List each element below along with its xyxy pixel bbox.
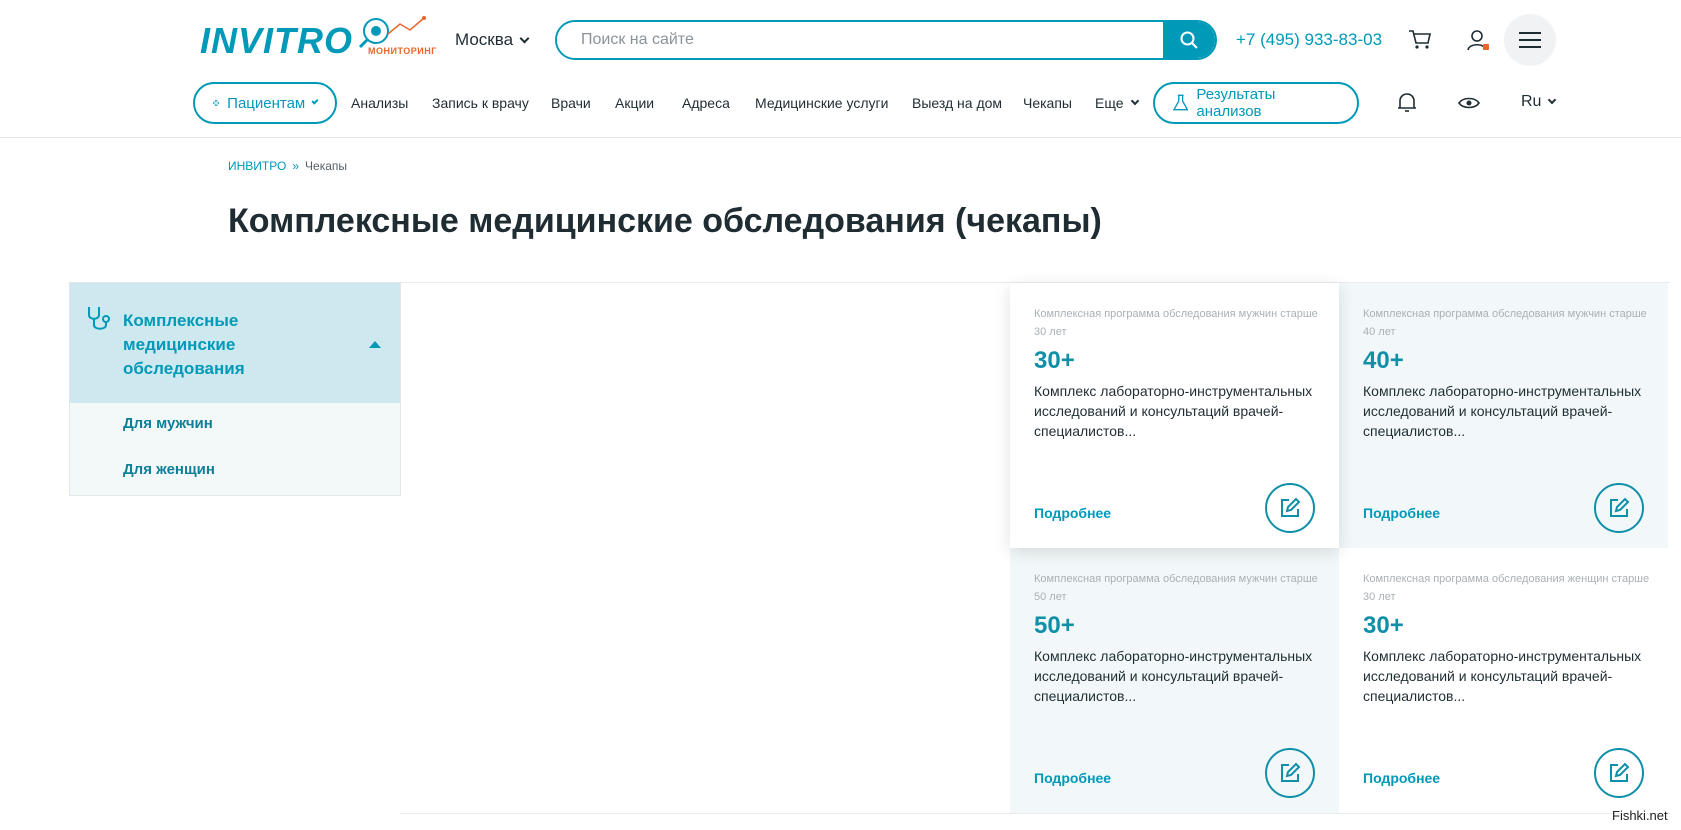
card-subtitle: Комплексная программа обследования мужчи… <box>1034 573 1318 603</box>
chevron-down-icon <box>1130 96 1139 106</box>
sidebar-item-women[interactable]: Для женщин <box>123 461 215 478</box>
user-icon <box>1467 30 1489 51</box>
city-label: Москва <box>455 30 514 49</box>
nav-item-addresses[interactable]: Адреса <box>682 95 730 111</box>
bell-icon <box>1398 93 1416 112</box>
card-subtitle: Комплексная программа обследования мужчи… <box>1363 308 1647 338</box>
card-age: 50+ <box>1034 612 1075 639</box>
card-subtitle: Комплексная программа обследования мужчи… <box>1034 308 1318 338</box>
breadcrumb: ИНВИТРО » Чекапы <box>228 159 347 173</box>
nav-item-doctors[interactable]: Врачи <box>551 95 591 111</box>
card-more-link[interactable]: Подробнее <box>1034 505 1111 521</box>
chevron-down-icon <box>311 97 319 105</box>
checkup-card[interactable]: Комплексная программа обследования женщи… <box>1339 548 1668 813</box>
test-results-button[interactable]: Результаты анализов <box>1153 82 1359 124</box>
invitro-logo[interactable]: INVITRO <box>200 20 353 62</box>
nav-item-appointment[interactable]: Запись к врачу <box>432 95 529 111</box>
card-description: Комплекс лабораторно-инструментальных ис… <box>1363 383 1642 439</box>
menu-button[interactable] <box>1504 14 1556 66</box>
sidebar-item-men[interactable]: Для мужчин <box>123 415 213 432</box>
nav-item-promotions[interactable]: Акции <box>615 95 654 111</box>
card-age: 30+ <box>1034 347 1075 374</box>
checkup-card[interactable]: Комплексная программа обследования мужчи… <box>1010 548 1339 813</box>
notifications-button[interactable] <box>1394 90 1420 116</box>
monitoring-logo[interactable]: МОНИТОРИНГ <box>354 14 436 60</box>
patients-menu-button[interactable]: Пациентам <box>193 82 337 124</box>
sidebar-category-header[interactable]: Комплексные медицинские обследования <box>70 283 400 403</box>
edit-icon <box>1610 762 1630 782</box>
stethoscope-icon <box>88 307 110 330</box>
page-title: Комплексные медицинские обследования (че… <box>228 202 1102 240</box>
card-more-link[interactable]: Подробнее <box>1363 770 1440 786</box>
nav-item-home-visit[interactable]: Выезд на дом <box>912 95 1002 111</box>
chevron-down-icon <box>519 33 530 43</box>
plus-cross-icon <box>213 100 220 106</box>
chevron-down-icon <box>1548 95 1557 105</box>
language-label: Ru <box>1521 93 1542 110</box>
card-subtitle: Комплексная программа обследования женщи… <box>1363 573 1650 603</box>
monitoring-label: МОНИТОРИНГ <box>368 46 437 56</box>
card-signup-button[interactable] <box>1265 483 1315 533</box>
search-icon <box>1180 31 1198 49</box>
eye-icon <box>1458 97 1480 109</box>
breadcrumb-home[interactable]: ИНВИТРО <box>228 159 286 173</box>
hamburger-icon <box>1519 32 1541 48</box>
card-signup-button[interactable] <box>1265 748 1315 798</box>
account-button[interactable] <box>1462 24 1494 56</box>
card-description: Комплекс лабораторно-инструментальных ис… <box>1034 648 1313 704</box>
card-age: 30+ <box>1363 612 1404 639</box>
card-description: Комплекс лабораторно-инструментальных ис… <box>1363 648 1642 704</box>
caret-up-icon <box>369 341 381 348</box>
card-more-link[interactable]: Подробнее <box>1363 505 1440 521</box>
edit-icon <box>1281 497 1301 517</box>
checkup-card[interactable]: Комплексная программа обследования мужчи… <box>1339 283 1668 548</box>
language-selector[interactable]: Ru <box>1521 93 1557 111</box>
accessibility-button[interactable] <box>1456 90 1482 116</box>
nav-more-label: Еще <box>1095 95 1124 111</box>
card-more-link[interactable]: Подробнее <box>1034 770 1111 786</box>
search-input[interactable] <box>557 22 1163 58</box>
breadcrumb-current: Чекапы <box>305 159 347 173</box>
nav-item-checkups[interactable]: Чекапы <box>1023 95 1072 111</box>
search-bar <box>555 20 1217 60</box>
cart-icon <box>1409 30 1431 49</box>
main-nav: Пациентам Анализы Запись к врачу Врачи А… <box>0 80 1681 138</box>
category-sidebar: Комплексные медицинские обследования Для… <box>69 282 401 496</box>
watermark: Fishki.net <box>1612 808 1668 823</box>
city-selector[interactable]: Москва <box>455 30 530 50</box>
card-signup-button[interactable] <box>1594 483 1644 533</box>
sidebar-category-title: Комплексные медицинские обследования <box>123 311 245 378</box>
edit-icon <box>1281 762 1301 782</box>
flask-icon <box>1173 94 1189 111</box>
card-age: 40+ <box>1363 347 1404 374</box>
nav-item-more[interactable]: Еще <box>1095 95 1139 111</box>
results-label: Результаты анализов <box>1196 86 1276 120</box>
search-button[interactable] <box>1163 22 1215 58</box>
breadcrumb-separator: » <box>292 159 300 173</box>
header: INVITRO МОНИТОРИНГ Москва +7 (495) 933-8… <box>0 0 1681 80</box>
edit-icon <box>1610 497 1630 517</box>
nav-item-analyses[interactable]: Анализы <box>351 95 408 111</box>
checkup-card[interactable]: Комплексная программа обследования мужчи… <box>1010 283 1339 548</box>
phone-link[interactable]: +7 (495) 933-83-03 <box>1236 30 1382 50</box>
card-description: Комплекс лабораторно-инструментальных ис… <box>1034 383 1313 439</box>
patients-label: Пациентам <box>227 94 306 112</box>
nav-item-medical-services[interactable]: Медицинские услуги <box>755 95 888 111</box>
cart-button[interactable] <box>1404 24 1436 56</box>
card-signup-button[interactable] <box>1594 748 1644 798</box>
